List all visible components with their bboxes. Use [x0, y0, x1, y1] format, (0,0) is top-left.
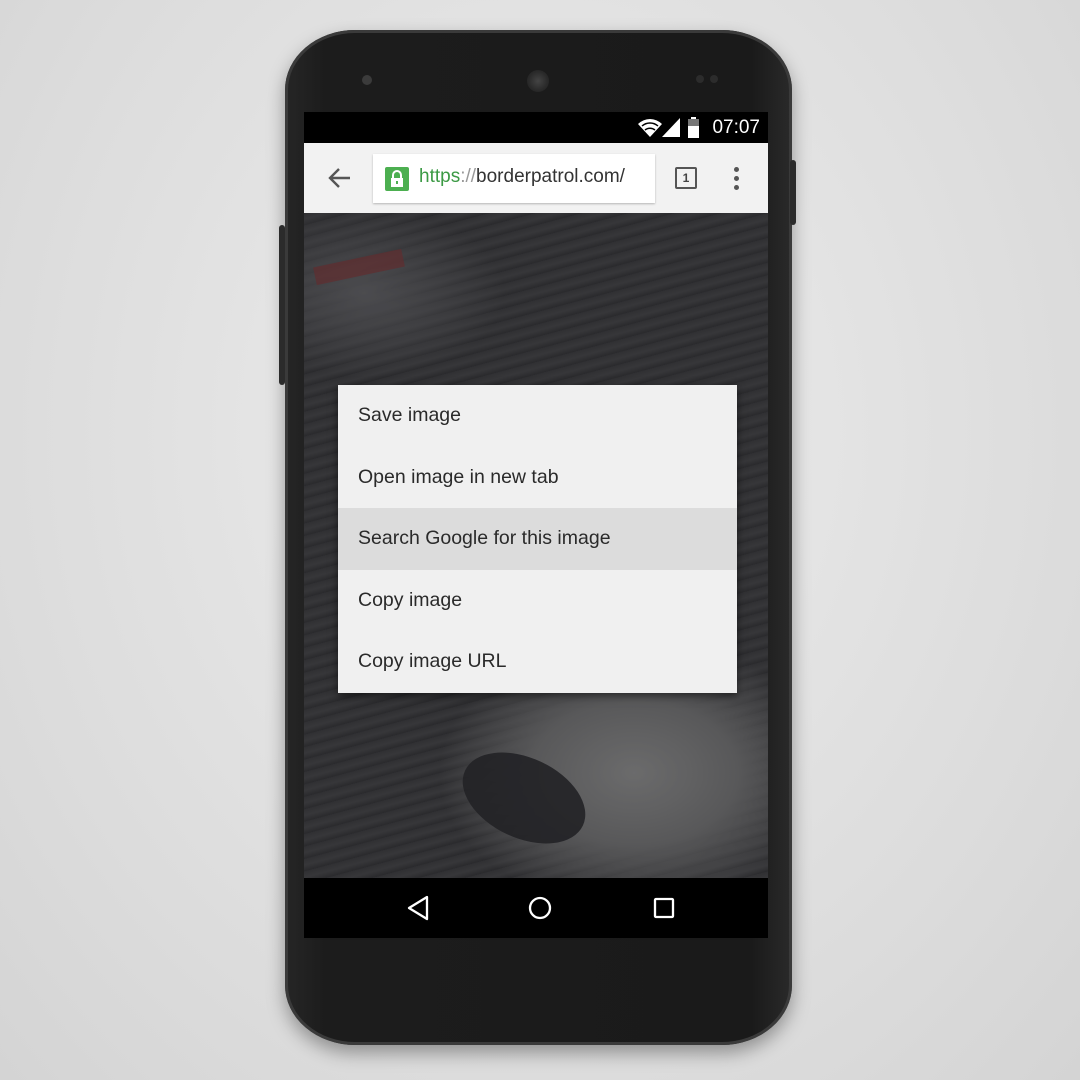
volume-button	[279, 225, 285, 385]
status-bar: 07:07	[304, 112, 768, 143]
home-circle-icon[interactable]	[528, 895, 552, 921]
browser-toolbar: https://borderpatrol.com/ 1	[304, 143, 768, 213]
url-scheme: https	[419, 166, 461, 187]
url-separator: ://	[460, 166, 477, 187]
back-triangle-icon[interactable]	[406, 895, 430, 921]
screen: 07:07 https://borderpatrol.com/ 1 Save i…	[304, 112, 768, 938]
overflow-menu-icon[interactable]	[730, 165, 742, 191]
proximity-sensor	[696, 75, 704, 83]
menu-item-search-google-image[interactable]: Search Google for this image	[338, 508, 737, 570]
light-sensor	[710, 75, 718, 83]
menu-item-save-image[interactable]: Save image	[338, 385, 737, 447]
wifi-icon	[638, 119, 662, 137]
context-menu: Save image Open image in new tab Search …	[338, 385, 737, 693]
power-button	[790, 160, 796, 225]
url-bar[interactable]: https://borderpatrol.com/	[373, 154, 655, 203]
earpiece-speaker	[527, 70, 549, 92]
battery-icon	[688, 117, 699, 138]
back-arrow-icon[interactable]	[326, 163, 352, 193]
url-text: https://borderpatrol.com/	[419, 166, 625, 188]
menu-item-copy-image-url[interactable]: Copy image URL	[338, 631, 737, 693]
navigation-bar	[304, 878, 768, 938]
clock: 07:07	[712, 117, 760, 138]
menu-item-open-image-new-tab[interactable]: Open image in new tab	[338, 447, 737, 509]
tab-switcher-button[interactable]: 1	[675, 167, 697, 189]
url-host: borderpatrol.com/	[476, 166, 625, 187]
lock-icon	[385, 167, 409, 191]
signal-icon	[662, 118, 680, 137]
page-image-tire[interactable]: Save image Open image in new tab Search …	[304, 213, 768, 878]
front-camera	[362, 75, 372, 85]
recents-square-icon[interactable]	[652, 895, 676, 921]
menu-item-copy-image[interactable]: Copy image	[338, 570, 737, 632]
